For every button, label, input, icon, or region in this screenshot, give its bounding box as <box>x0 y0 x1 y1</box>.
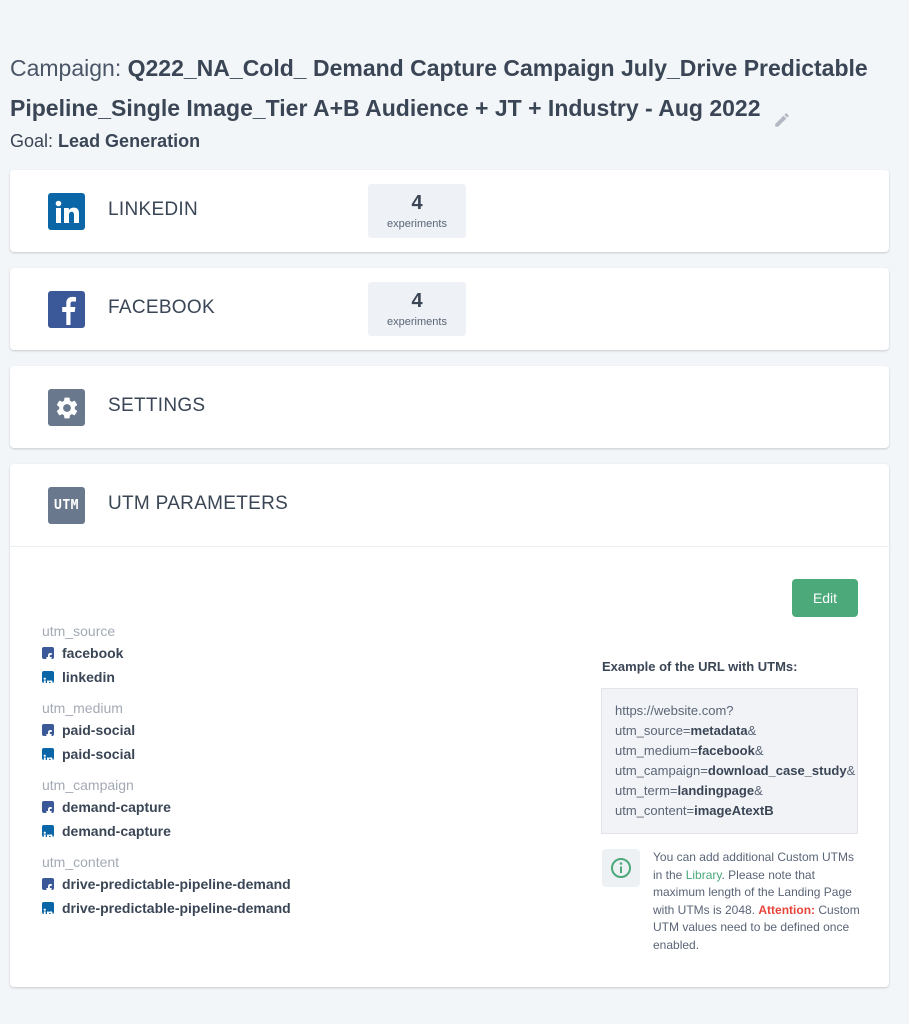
utm-group: utm_content drive-predictable-pipeline-de… <box>42 852 542 920</box>
utm-value: linkedin <box>62 669 115 685</box>
settings-card[interactable]: SETTINGS <box>10 366 889 448</box>
utm-key: utm_campaign <box>42 777 134 793</box>
utm-group: utm_campaign demand-capture demand-capture <box>42 775 542 843</box>
utm-value-row: demand-capture <box>42 795 542 819</box>
utm-value: paid-social <box>62 722 136 738</box>
example-url-param: utm_medium=facebook& <box>615 743 764 758</box>
example-url-param: utm_content=imageAtextB <box>615 803 774 818</box>
channel-title: FACEBOOK <box>108 297 215 318</box>
utm-group: utm_source facebook linkedin <box>42 621 542 689</box>
example-url-param: utm_source=metadata& <box>615 723 757 738</box>
utm-group: utm_medium paid-social paid-social <box>42 698 542 766</box>
goal-label: Goal: <box>10 131 54 151</box>
facebook-icon <box>48 291 85 328</box>
linkedin-icon <box>48 193 85 230</box>
example-url-param: utm_term=landingpage& <box>615 783 763 798</box>
example-label: Example of the URL with UTMs: <box>602 659 798 674</box>
campaign-label: Campaign: <box>10 55 122 81</box>
channel-title: LINKEDIN <box>108 199 199 220</box>
facebook-icon <box>42 878 54 895</box>
utm-value: demand-capture <box>62 823 171 839</box>
library-link[interactable]: Library <box>686 868 722 882</box>
experiments-badge: 4 experiments <box>368 282 466 336</box>
example-url-base: https://website.com? <box>615 703 734 718</box>
utm-groups: utm_source facebook linkedin utm_mediumpaid… <box>42 621 542 929</box>
settings-title: SETTINGS <box>108 395 206 416</box>
experiments-count: 4 <box>411 290 423 312</box>
facebook-icon <box>42 647 54 664</box>
channel-card-linkedin[interactable]: LINKEDIN 4 experiments <box>10 170 889 252</box>
utm-value: drive-predictable-pipeline-demand <box>62 900 291 916</box>
utm-title: UTM PARAMETERS <box>108 493 289 514</box>
edit-pencil-icon[interactable] <box>773 101 791 127</box>
gear-icon <box>48 389 85 426</box>
facebook-icon <box>42 724 54 741</box>
linkedin-icon <box>42 825 54 840</box>
utm-value: paid-social <box>62 746 136 762</box>
experiments-badge: 4 experiments <box>368 184 466 238</box>
example-url-box: https://website.com? utm_source=metadata&… <box>601 688 858 834</box>
utm-value: drive-predictable-pipeline-demand <box>62 876 291 892</box>
utm-key: utm_medium <box>42 700 123 716</box>
utm-value-row: drive-predictable-pipeline-demand <box>42 896 542 920</box>
campaign-name: Q222_NA_Cold_ Demand Capture Campaign Ju… <box>10 55 868 121</box>
utm-value-row: demand-capture <box>42 819 542 843</box>
utm-card-header[interactable]: UTM UTM PARAMETERS <box>10 464 889 546</box>
utm-value: demand-capture <box>62 799 171 815</box>
info-text: You can add additional Custom UTMs in th… <box>653 850 860 952</box>
campaign-title: Campaign: Q222_NA_Cold_ Demand Capture C… <box>10 48 890 128</box>
utm-value-row: linkedin <box>42 665 542 689</box>
utm-parameters-card: UTM UTM PARAMETERS Edit utm_sourcefacebo… <box>10 464 889 987</box>
linkedin-icon <box>42 748 54 763</box>
info-icon <box>602 849 640 887</box>
utm-value: facebook <box>62 645 124 661</box>
utm-body: Edit utm_source facebook linkedin utm_mediu… <box>10 546 889 987</box>
utm-value-row: paid-social <box>42 718 542 742</box>
campaign-goal: Goal: Lead Generation <box>10 128 890 154</box>
experiments-label: experiments <box>387 316 447 328</box>
utm-key: utm_content <box>42 854 120 870</box>
edit-button[interactable]: Edit <box>792 579 858 617</box>
utm-value-row: facebook <box>42 641 542 665</box>
channel-card-facebook[interactable]: FACEBOOK 4 experiments <box>10 268 889 350</box>
goal-value: Lead Generation <box>58 131 201 151</box>
experiments-count: 4 <box>411 192 423 214</box>
linkedin-icon <box>42 671 54 686</box>
campaign-header: Campaign: Q222_NA_Cold_ Demand Capture C… <box>10 48 890 154</box>
experiments-label: experiments <box>387 218 447 230</box>
linkedin-icon <box>42 902 54 917</box>
utm-value-row: paid-social <box>42 742 542 766</box>
utm-icon: UTM <box>48 487 85 524</box>
facebook-icon <box>42 801 54 818</box>
example-url-param: utm_campaign=download_case_study& <box>615 763 856 778</box>
attention-label: Attention: <box>758 902 816 917</box>
utm-value-row: drive-predictable-pipeline-demand <box>42 872 542 896</box>
utm-key: utm_source <box>42 623 116 639</box>
